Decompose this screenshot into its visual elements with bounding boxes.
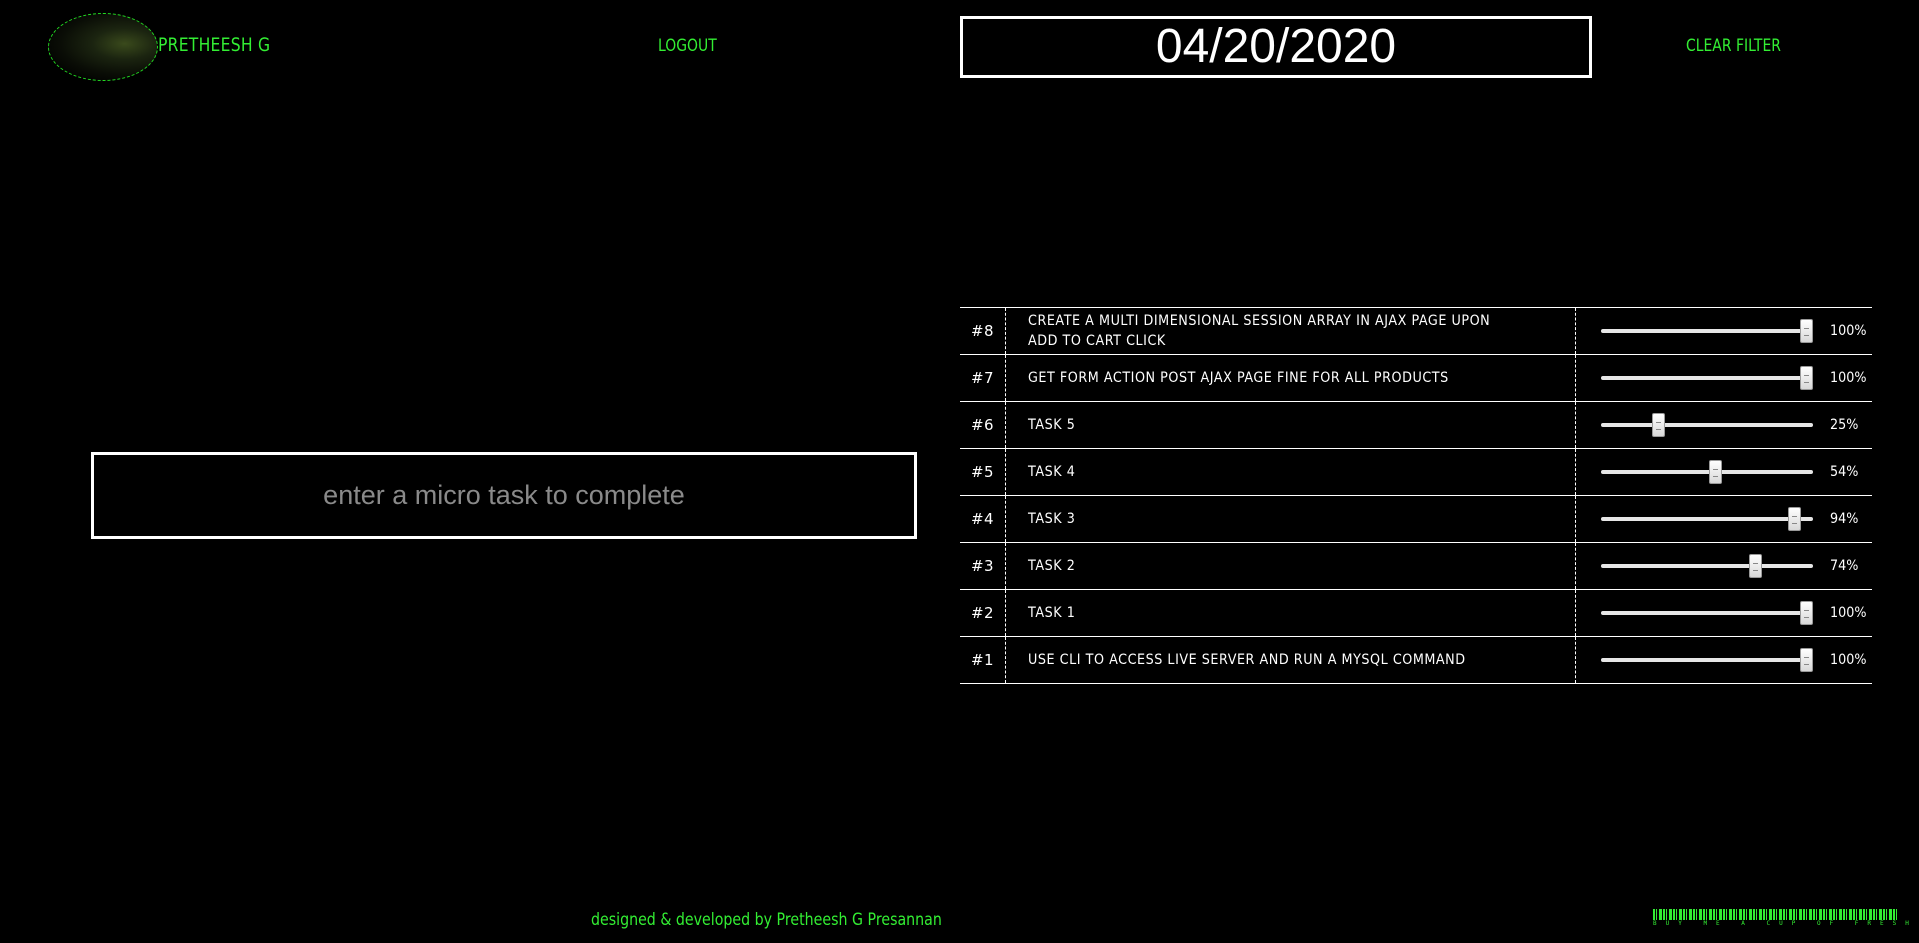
table-row: #3 TASK 2 74% <box>960 543 1872 590</box>
user-name: PRETHEESH G <box>158 34 271 56</box>
task-name-text: TASK 5 <box>1028 417 1076 433</box>
progress-slider-track[interactable] <box>1601 413 1813 437</box>
task-number: #5 <box>960 449 1006 495</box>
task-number: #1 <box>960 637 1006 683</box>
task-table: #8 CREATE A MULTI DIMENSIONAL SESSION AR… <box>960 307 1872 684</box>
task-progress: 100% <box>1576 590 1872 636</box>
progress-slider-thumb[interactable] <box>1651 413 1665 437</box>
task-name: TASK 1 <box>1006 590 1576 636</box>
task-name-text: TASK 2 <box>1028 558 1076 574</box>
progress-slider-thumb[interactable] <box>1800 648 1813 672</box>
progress-slider-track[interactable] <box>1601 601 1813 625</box>
progress-slider-track[interactable] <box>1601 460 1813 484</box>
progress-percent: 100% <box>1830 323 1867 339</box>
task-name-text: TASK 3 <box>1028 511 1076 527</box>
progress-percent: 74% <box>1830 558 1859 574</box>
task-name: TASK 5 <box>1006 402 1576 448</box>
task-number: #7 <box>960 355 1006 401</box>
logout-link[interactable]: LOGOUT <box>658 36 717 56</box>
progress-percent: 100% <box>1830 652 1867 668</box>
progress-percent: 25% <box>1830 417 1859 433</box>
buy-tea-text: BUY ME A CUP OF FRESH TEA <box>1653 920 1919 927</box>
task-progress: 74% <box>1576 543 1872 589</box>
clear-filter-link[interactable]: CLEAR FILTER <box>1686 36 1781 56</box>
page: PRETHEESH G LOGOUT 04/20/2020 CLEAR FILT… <box>0 0 1919 943</box>
progress-slider-thumb[interactable] <box>1708 460 1722 484</box>
progress-slider-thumb[interactable] <box>1800 601 1813 625</box>
progress-percent: 100% <box>1830 605 1867 621</box>
task-number: #8 <box>960 308 1006 354</box>
buy-tea-link[interactable]: BUY ME A CUP OF FRESH TEA <box>1653 909 1919 927</box>
footer-credit: designed & developed by Pretheesh G Pres… <box>591 910 942 929</box>
progress-percent: 54% <box>1830 464 1859 480</box>
task-number: #6 <box>960 402 1006 448</box>
table-row: #8 CREATE A MULTI DIMENSIONAL SESSION AR… <box>960 308 1872 355</box>
progress-slider-track[interactable] <box>1601 366 1813 390</box>
task-name-text: TASK 1 <box>1028 605 1076 621</box>
table-row: #2 TASK 1 100% <box>960 590 1872 637</box>
task-progress: 100% <box>1576 355 1872 401</box>
task-progress: 100% <box>1576 637 1872 683</box>
task-number: #2 <box>960 590 1006 636</box>
progress-slider-track[interactable] <box>1601 648 1813 672</box>
task-progress: 100% <box>1576 308 1872 354</box>
table-row: #7 GET FORM ACTION POST AJAX PAGE FINE F… <box>960 355 1872 402</box>
task-name-text: TASK 4 <box>1028 464 1076 480</box>
micro-task-input[interactable] <box>91 452 917 539</box>
task-progress: 94% <box>1576 496 1872 542</box>
task-name: TASK 3 <box>1006 496 1576 542</box>
table-row: #5 TASK 4 54% <box>960 449 1872 496</box>
progress-slider-track[interactable] <box>1601 554 1813 578</box>
task-number: #3 <box>960 543 1006 589</box>
progress-slider-track[interactable] <box>1601 319 1813 343</box>
progress-slider-thumb[interactable] <box>1788 507 1802 531</box>
avatar <box>48 13 158 81</box>
progress-slider-track[interactable] <box>1601 507 1813 531</box>
table-row: #1 USE CLI TO ACCESS LIVE SERVER AND RUN… <box>960 637 1872 684</box>
progress-percent: 94% <box>1830 511 1859 527</box>
task-name: GET FORM ACTION POST AJAX PAGE FINE FOR … <box>1006 355 1576 401</box>
task-name: CREATE A MULTI DIMENSIONAL SESSION ARRAY… <box>1006 308 1576 354</box>
progress-percent: 100% <box>1830 370 1867 386</box>
task-name: USE CLI TO ACCESS LIVE SERVER AND RUN A … <box>1006 637 1576 683</box>
progress-slider-thumb[interactable] <box>1748 554 1762 578</box>
task-name-text: CREATE A MULTI DIMENSIONAL SESSION ARRAY… <box>1028 313 1491 349</box>
task-name-text: USE CLI TO ACCESS LIVE SERVER AND RUN A … <box>1028 652 1466 668</box>
progress-slider-thumb[interactable] <box>1800 319 1813 343</box>
task-name: TASK 2 <box>1006 543 1576 589</box>
table-row: #4 TASK 3 94% <box>960 496 1872 543</box>
task-name: TASK 4 <box>1006 449 1576 495</box>
progress-slider-thumb[interactable] <box>1800 366 1813 390</box>
barcode-icon <box>1653 909 1898 920</box>
task-number: #4 <box>960 496 1006 542</box>
table-row: #6 TASK 5 25% <box>960 402 1872 449</box>
date-filter-field[interactable]: 04/20/2020 <box>960 16 1592 78</box>
task-progress: 54% <box>1576 449 1872 495</box>
task-name-text: GET FORM ACTION POST AJAX PAGE FINE FOR … <box>1028 370 1449 386</box>
task-progress: 25% <box>1576 402 1872 448</box>
